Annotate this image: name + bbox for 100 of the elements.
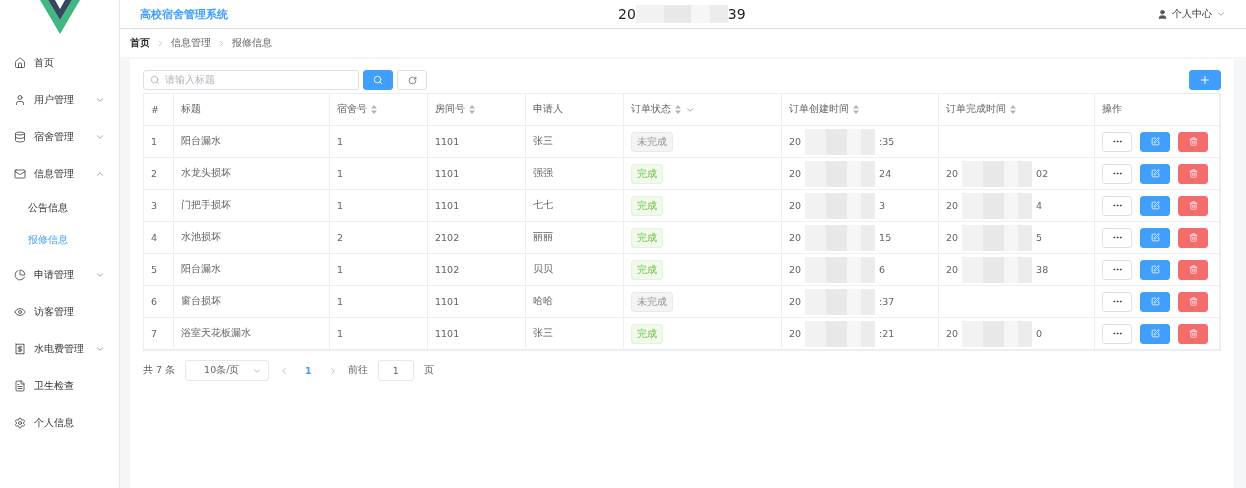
edit-icon [1150,329,1160,338]
edit-button[interactable] [1140,259,1170,280]
refresh-button[interactable] [397,70,427,90]
breadcrumb-item[interactable]: 报修信息 [232,36,272,50]
more-button[interactable] [1102,195,1132,216]
time-text: 20 [789,232,802,243]
total-count: 共 7 条 [143,364,176,377]
receipt-icon [14,342,26,355]
time-text: :35 [879,136,895,147]
column-header[interactable]: 房间号 [428,94,526,126]
table-cell: 4 [144,222,174,254]
table-cell: 1101 [428,126,526,158]
table-cell: 贝贝 [526,254,624,286]
edit-button[interactable] [1140,163,1170,184]
sidebar-item[interactable]: 个人信息 [0,404,119,441]
sidebar-item[interactable]: 申请管理 [0,256,119,293]
table-cell: 门把手损坏 [174,190,330,222]
search-icon [373,75,383,85]
status-tag: 完成 [631,227,663,248]
goto-field[interactable]: 1 [377,360,414,381]
page-size-select[interactable]: 10条/页 [185,360,270,381]
user-menu[interactable]: 个人中心 [1157,7,1226,21]
time-text: 20 [789,136,802,147]
edit-button[interactable] [1140,227,1170,248]
search-button[interactable] [363,70,393,90]
sidebar-item[interactable]: 信息管理 [0,155,119,192]
mail-icon [14,167,26,180]
status-tag: 完成 [631,259,663,280]
breadcrumb-item[interactable]: 信息管理 [171,36,211,50]
time-text: 0 [1036,328,1043,339]
goto-suffix: 页 [423,364,434,377]
column-header[interactable]: 订单状态 [624,94,782,126]
table-cell: 七七 [526,190,624,222]
more-button[interactable] [1102,291,1132,312]
separator-icon [217,38,226,48]
delete-button[interactable] [1178,259,1208,280]
time-text: 20 [946,328,959,339]
status-tag: 完成 [631,323,663,344]
column-header[interactable]: 订单创建时间 [782,94,939,126]
separator-icon [156,38,165,48]
time-text: 20 [946,200,959,211]
delete-button[interactable] [1178,131,1208,152]
time-text: 20 [789,296,802,307]
table-cell: 2 [330,222,428,254]
delete-button[interactable] [1178,163,1208,184]
time-text: 20 [789,168,802,179]
table-cell: 1 [330,254,428,286]
column-header[interactable]: 宿舍号 [330,94,428,126]
sidebar-item[interactable]: 水电费管理 [0,330,119,367]
clock-text: 39 [727,6,746,22]
edit-button[interactable] [1140,323,1170,344]
clock-text: 20 [618,6,636,22]
delete-button[interactable] [1178,227,1208,248]
edit-button[interactable] [1140,291,1170,312]
time-text: 6 [879,264,886,275]
delete-button[interactable] [1178,291,1208,312]
edit-icon [1150,201,1160,210]
table-cell: 阳台漏水 [174,126,330,158]
more-button[interactable] [1102,163,1132,184]
time-text: 38 [1036,264,1049,275]
column-header: 标题 [174,94,330,126]
sidebar-item[interactable]: 访客管理 [0,293,119,330]
app-title: 高校宿舍管理系统 [140,6,229,22]
sort-icon [853,105,859,114]
sidebar-subitem[interactable]: 公告信息 [0,192,119,224]
breadcrumb-item[interactable]: 首页 [130,36,150,50]
plus-icon [1199,74,1211,86]
status-tag: 未完成 [631,131,673,152]
delete-button[interactable] [1178,323,1208,344]
edit-button[interactable] [1140,131,1170,152]
more-button[interactable] [1102,259,1132,280]
sidebar-item[interactable]: 宿舍管理 [0,118,119,155]
edit-icon [1150,233,1160,242]
add-button[interactable] [1189,70,1221,90]
edit-icon [1150,265,1160,274]
sort-icon [371,105,377,114]
column-header: 申请人 [526,94,624,126]
edit-icon [1150,297,1160,306]
sidebar-item[interactable]: 卫生检查 [0,367,119,404]
table-cell: 哈哈 [526,286,624,318]
edit-icon [1150,137,1160,146]
table-cell: 1101 [428,286,526,318]
more-button[interactable] [1102,323,1132,344]
eye-icon [14,305,26,318]
sidebar-item[interactable]: 用户管理 [0,81,119,118]
trash-icon [1188,233,1198,242]
table-cell: 丽丽 [526,222,624,254]
delete-button[interactable] [1178,195,1208,216]
table-cell: 1101 [428,158,526,190]
settings-icon [14,416,26,429]
table-cell: 1 [330,190,428,222]
status-tag: 未完成 [631,291,673,312]
edit-button[interactable] [1140,195,1170,216]
table-cell: 2 [144,158,174,190]
column-header[interactable]: 订单完成时间 [939,94,1095,126]
more-button[interactable] [1102,131,1132,152]
logo-icon [39,0,80,34]
sidebar-item[interactable]: 首页 [0,44,119,81]
more-button[interactable] [1102,227,1132,248]
time-text: 20 [789,200,802,211]
